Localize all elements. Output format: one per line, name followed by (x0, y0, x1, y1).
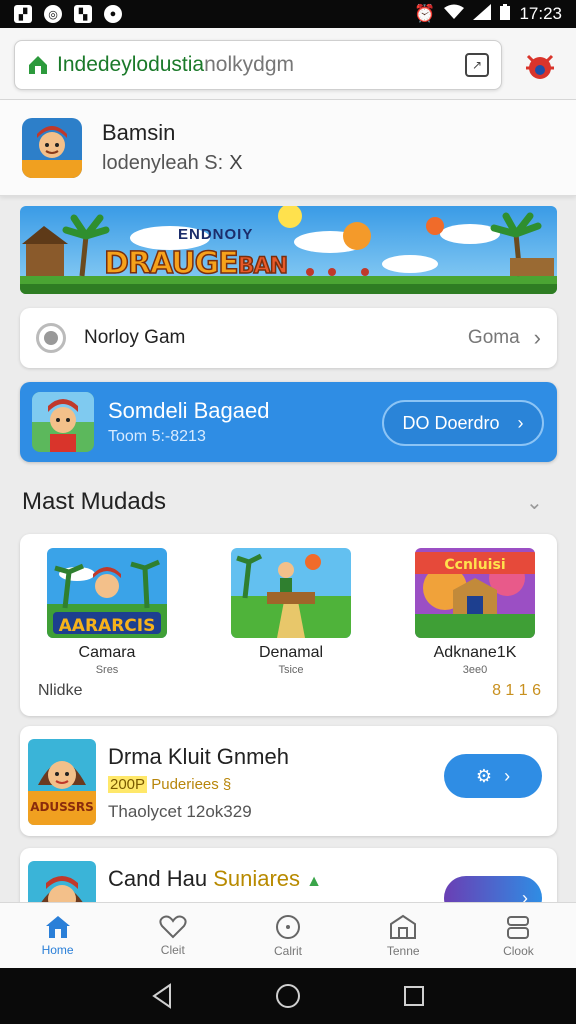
gear-icon: ⚙ (475, 765, 493, 786)
grid-thumbnail (231, 548, 351, 638)
game-grid-card: AARARCIS Camara Sres Denamal Tsice Ccnlu… (20, 534, 557, 716)
chevron-right-icon: › (522, 887, 528, 903)
clock-time: 17:23 (519, 4, 562, 23)
url-text: Indedeylodustianolkydgm (57, 53, 295, 76)
clock-icon (276, 914, 300, 939)
grid-item-subtitle: Tsice (278, 664, 304, 676)
list-item[interactable]: ADUSSRS Drma Kluit Gnmeh 200P Puderiees … (20, 726, 557, 836)
address-bar[interactable]: Indedeylodustianolkydgm ↗ (14, 40, 502, 90)
up-arrow-icon: ▲ (306, 873, 322, 890)
notification-icons: ▞ ◎ ▚ ● (14, 5, 122, 23)
store-icon (390, 914, 417, 939)
promo-title: Somdeli Bagaed (108, 398, 270, 423)
grid-item-name: Denamal (258, 644, 324, 661)
chevron-down-icon[interactable]: ⌄ (526, 490, 543, 515)
list-item-badge: 200P Puderiees § (108, 776, 232, 793)
nav-item-calrit[interactable]: Calrit (230, 903, 345, 968)
box-icon (507, 915, 530, 939)
row-value: Goma (467, 327, 520, 348)
grid-item-subtitle: 3ee0 (462, 664, 488, 676)
grid-item[interactable]: AARARCIS Camara Sres (46, 548, 168, 676)
grid-item[interactable]: Denamal Tsice (230, 548, 352, 676)
chevron-right-icon: › (504, 765, 511, 786)
radio-icon[interactable] (36, 323, 66, 353)
grid-thumbnail: AARARCIS (47, 548, 167, 638)
recents-icon[interactable] (402, 984, 426, 1008)
grid-footer-label: Nlidke (38, 682, 83, 699)
close-icon[interactable]: X (229, 152, 242, 174)
secure-home-icon (29, 56, 47, 74)
home-circle-icon[interactable] (274, 982, 302, 1010)
list-thumbnail-text: ADUSSRS (30, 800, 94, 814)
media-notification-icon: ▚ (74, 5, 92, 23)
back-icon[interactable] (150, 983, 174, 1009)
nav-item-tenne[interactable]: Tenne (346, 903, 461, 968)
main-content[interactable]: ENDNOIY DRAUGEBAN Norloy Gam Goma › Somde… (0, 196, 576, 902)
app-icon (22, 118, 82, 178)
signal-icon (473, 3, 492, 25)
chevron-right-icon: › (517, 412, 524, 433)
play-button[interactable]: ⚙ › (444, 754, 542, 798)
sync-notification-icon: ◎ (44, 5, 62, 23)
play-button[interactable]: › (444, 876, 542, 902)
grid-thumbnail-text: Ccnluisi (444, 557, 506, 573)
list-thumbnail (28, 861, 96, 902)
bottom-navigation: Home Cleit Calrit Tenne Clook (0, 902, 576, 968)
grid-item-subtitle: Sres (95, 664, 119, 676)
wifi-icon (444, 4, 465, 25)
system-navigation-bar (0, 968, 576, 1024)
home-icon (45, 915, 70, 938)
app-notification-icon: ▞ (14, 5, 32, 23)
grid-thumbnail: Ccnluisi (415, 548, 535, 638)
promo-action-button[interactable]: DO Doerdro › (382, 400, 544, 446)
tab-switcher-button[interactable]: ↗ (465, 53, 489, 77)
grid-item-name: Adknane1K (433, 644, 517, 661)
chat-notification-icon: ● (104, 5, 122, 23)
heart-icon (159, 915, 187, 938)
promo-thumbnail (32, 392, 94, 452)
game-banner[interactable]: ENDNOIY DRAUGEBAN (20, 206, 557, 294)
list-thumbnail: ADUSSRS (28, 739, 96, 825)
section-title: Mast Mudads (22, 488, 167, 515)
chevron-right-icon: › (533, 325, 541, 350)
banner-title: DRAUGEBAN (103, 245, 289, 282)
grid-rating: 8 1 1 6 (492, 682, 541, 699)
list-item-subtitle: Thaolycet 12ok329 (108, 802, 252, 821)
promo-card[interactable]: Somdeli Bagaed Toom 5:-8213 DO Doerdro › (20, 382, 557, 462)
grid-item-name: Camara (78, 644, 136, 661)
app-subtitle: lodenyleah S: X (102, 152, 243, 174)
battery-icon (500, 3, 511, 25)
nav-item-cleit[interactable]: Cleit (115, 903, 230, 968)
row-label: Norloy Gam (84, 327, 186, 348)
status-bar: ▞ ◎ ▚ ● ⏰ 17:23 (0, 0, 576, 28)
game-category-row[interactable]: Norloy Gam Goma › (20, 308, 557, 368)
app-header: Bamsin lodenyleah S: X (0, 100, 576, 196)
nav-item-home[interactable]: Home (0, 903, 115, 968)
grid-thumbnail-text: AARARCIS (58, 616, 156, 636)
promo-subtitle: Toom 5:-8213 (108, 428, 206, 445)
alarm-icon: ⏰ (414, 4, 436, 23)
list-item-title: Cand Hau Suniares ▲ (108, 866, 322, 891)
grid-item[interactable]: Ccnluisi Adknane1K 3ee0 (414, 548, 536, 676)
nav-item-clook[interactable]: Clook (461, 903, 576, 968)
list-item-title: Drma Kluit Gnmeh (108, 744, 289, 769)
banner-top-text: ENDNOIY (178, 226, 254, 243)
app-title: Bamsin (102, 120, 176, 145)
browser-toolbar: Indedeylodustianolkydgm ↗ (0, 28, 576, 100)
extension-bug-icon[interactable] (520, 46, 560, 86)
list-item[interactable]: Cand Hau Suniares ▲ › (20, 848, 557, 902)
